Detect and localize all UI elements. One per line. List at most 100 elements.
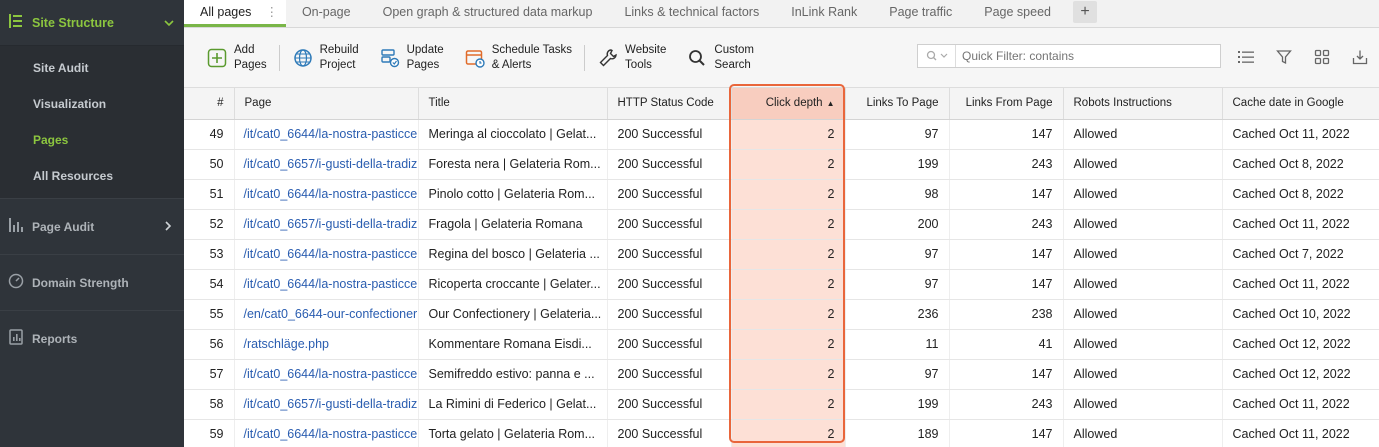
http-status-cell: 200 Successful — [607, 419, 732, 447]
sidebar-section-page-audit[interactable]: Page Audit — [0, 198, 184, 254]
page-url-link[interactable]: /it/cat0_6644/la-nostra-pasticce — [234, 419, 419, 447]
robots-cell: Allowed — [1063, 299, 1223, 330]
update-pages-label: Update Pages — [406, 43, 444, 71]
page-title-cell: Kommentare Romana Eisdi... — [418, 329, 608, 360]
table-row[interactable]: 55/en/cat0_6644-our-confectioner Our Conf… — [184, 299, 1379, 330]
plus-icon: + — [1080, 3, 1090, 20]
table-row[interactable]: 58/it/cat0_6657/i-gusti-della-tradiz La R… — [184, 389, 1379, 420]
export-icon[interactable] — [1341, 44, 1379, 70]
page-url-link[interactable]: /it/cat0_6644/la-nostra-pasticce — [234, 359, 419, 390]
page-url-link[interactable]: /it/cat0_6644/la-nostra-pasticce — [234, 179, 419, 210]
robots-cell: Allowed — [1063, 269, 1223, 300]
list-view-icon[interactable] — [1227, 44, 1265, 70]
add-pages-button[interactable]: Add Pages — [196, 38, 277, 78]
tab-page-speed[interactable]: Page speed — [968, 0, 1067, 27]
table-row[interactable]: 59/it/cat0_6644/la-nostra-pasticce Torta … — [184, 419, 1379, 447]
http-status-cell: 200 Successful — [607, 149, 732, 180]
column-header-links-to-page[interactable]: Links To Page — [845, 88, 950, 120]
tab-page-traffic[interactable]: Page traffic — [873, 0, 968, 27]
tab-all-pages[interactable]: All pages ⋮ — [184, 0, 286, 27]
page-url-link[interactable]: /it/cat0_6644/la-nostra-pasticce — [234, 239, 419, 270]
website-tools-button[interactable]: Website Tools — [587, 38, 676, 78]
quick-filter — [917, 44, 1221, 68]
page-audit-icon — [8, 217, 24, 236]
http-status-cell: 200 Successful — [607, 179, 732, 210]
http-status-cell: 200 Successful — [607, 119, 732, 150]
robots-cell: Allowed — [1063, 209, 1223, 240]
tab-links-technical[interactable]: Links & technical factors — [608, 0, 775, 27]
page-url-link[interactable]: /it/cat0_6644/la-nostra-pasticce — [234, 269, 419, 300]
filter-search-dropdown[interactable] — [918, 45, 956, 67]
links-from-page-cell: 243 — [949, 209, 1064, 240]
robots-cell: Allowed — [1063, 329, 1223, 360]
links-from-page-cell: 243 — [949, 149, 1064, 180]
rebuild-project-button[interactable]: Rebuild Project — [282, 38, 369, 78]
column-header-cache-date[interactable]: Cache date in Google — [1222, 88, 1379, 120]
sidebar-header-label: Site Structure — [32, 15, 114, 30]
grid-view-icon[interactable] — [1303, 44, 1341, 70]
cache-date-cell: Cached Oct 12, 2022 — [1222, 329, 1379, 360]
sidebar-item-all-resources[interactable]: All Resources — [0, 158, 184, 194]
page-title-cell: Regina del bosco | Gelateria ... — [418, 239, 608, 270]
row-index: 53 — [184, 239, 235, 270]
page-url-link[interactable]: /en/cat0_6644-our-confectioner — [234, 299, 419, 330]
column-header-click-depth[interactable]: Click depth ▲ — [731, 88, 846, 120]
update-pages-button[interactable]: Update Pages — [369, 38, 454, 78]
links-to-page-cell: 200 — [845, 209, 950, 240]
cache-date-cell: Cached Oct 12, 2022 — [1222, 359, 1379, 390]
table-row[interactable]: 56/ratschläge.php Kommentare Romana Eisdi… — [184, 329, 1379, 360]
robots-cell: Allowed — [1063, 179, 1223, 210]
column-header-title[interactable]: Title — [418, 88, 608, 120]
links-to-page-cell: 11 — [845, 329, 950, 360]
schedule-tasks-button[interactable]: Schedule Tasks & Alerts — [454, 38, 582, 78]
row-index: 58 — [184, 389, 235, 420]
sidebar-item-site-audit[interactable]: Site Audit — [0, 50, 184, 86]
sidebar-section-domain-strength[interactable]: Domain Strength — [0, 254, 184, 310]
table-row[interactable]: 54/it/cat0_6644/la-nostra-pasticce Ricope… — [184, 269, 1379, 300]
view-controls — [1227, 44, 1379, 70]
tab-on-page[interactable]: On-page — [286, 0, 367, 27]
row-index: 56 — [184, 329, 235, 360]
column-header-page[interactable]: Page — [234, 88, 419, 120]
table-row[interactable]: 52/it/cat0_6657/i-gusti-della-tradiz Frag… — [184, 209, 1379, 240]
column-header-robots[interactable]: Robots Instructions — [1063, 88, 1223, 120]
table-row[interactable]: 51/it/cat0_6644/la-nostra-pasticce Pinolo… — [184, 179, 1379, 210]
page-url-link[interactable]: /it/cat0_6657/i-gusti-della-tradiz — [234, 149, 419, 180]
links-from-page-cell: 243 — [949, 389, 1064, 420]
table-row[interactable]: 53/it/cat0_6644/la-nostra-pasticce Regina… — [184, 239, 1379, 270]
table-row[interactable]: 50/it/cat0_6657/i-gusti-della-tradiz Fore… — [184, 149, 1379, 180]
page-url-link[interactable]: /it/cat0_6644/la-nostra-pasticce — [234, 119, 419, 150]
page-url-link[interactable]: /it/cat0_6657/i-gusti-della-tradiz — [234, 209, 419, 240]
click-depth-cell: 2 — [731, 209, 846, 240]
add-tab-button[interactable]: + — [1073, 1, 1097, 23]
cache-date-cell: Cached Oct 10, 2022 — [1222, 299, 1379, 330]
quick-filter-input[interactable] — [956, 49, 1206, 63]
tab-inlink-rank[interactable]: InLink Rank — [775, 0, 873, 27]
sort-ascending-icon: ▲ — [826, 98, 835, 108]
custom-search-label: Custom Search — [714, 43, 755, 71]
links-to-page-cell: 236 — [845, 299, 950, 330]
page-title-cell: Meringa al cioccolato | Gelat... — [418, 119, 608, 150]
filter-icon[interactable] — [1265, 44, 1303, 70]
custom-search-button[interactable]: Custom Search — [676, 38, 764, 78]
table-row[interactable]: 57/it/cat0_6644/la-nostra-pasticce Semifr… — [184, 359, 1379, 390]
links-to-page-cell: 97 — [845, 119, 950, 150]
sidebar-item-visualization[interactable]: Visualization — [0, 86, 184, 122]
table-row[interactable]: 49/it/cat0_6644/la-nostra-pasticce Mering… — [184, 119, 1379, 150]
column-header-http-status[interactable]: HTTP Status Code — [607, 88, 732, 120]
sidebar-section-label: Reports — [32, 331, 78, 346]
column-header-links-from-page[interactable]: Links From Page — [949, 88, 1064, 120]
tab-open-graph[interactable]: Open graph & structured data markup — [367, 0, 609, 27]
more-vertical-icon[interactable]: ⋮ — [265, 0, 278, 24]
page-url-link[interactable]: /ratschläge.php — [234, 329, 419, 360]
click-depth-cell: 2 — [731, 359, 846, 390]
cache-date-cell: Cached Oct 11, 2022 — [1222, 269, 1379, 300]
sidebar: Site Structure Site Audit Visualization … — [0, 0, 184, 447]
sidebar-header-site-structure[interactable]: Site Structure — [0, 0, 184, 46]
page-url-link[interactable]: /it/cat0_6657/i-gusti-della-tradiz — [234, 389, 419, 420]
column-header-index[interactable]: # — [184, 88, 235, 120]
globe-icon — [292, 47, 314, 69]
sidebar-section-reports[interactable]: Reports — [0, 310, 184, 366]
sidebar-item-pages[interactable]: Pages — [0, 122, 184, 158]
reports-icon — [8, 329, 24, 348]
